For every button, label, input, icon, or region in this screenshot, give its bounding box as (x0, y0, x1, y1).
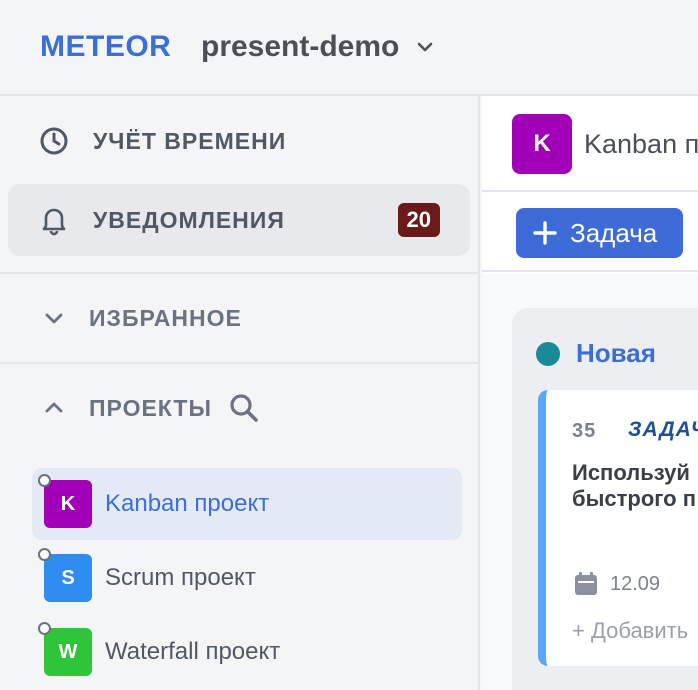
project-name: Scrum проект (105, 564, 256, 591)
toolbar: Задача (482, 194, 698, 272)
task-title: Используй быстрого п (572, 460, 696, 512)
status-dot (536, 341, 560, 366)
sidebar-item-notifications[interactable]: УВЕДОМЛЕНИЯ 20 (8, 184, 470, 256)
project-header: K Kanban проект (482, 96, 698, 192)
clock-icon (40, 127, 68, 155)
chevron-down-icon (418, 42, 433, 52)
sidebar-project-scrum[interactable]: S Scrum проект (32, 542, 462, 614)
page-title: Kanban проект (584, 129, 698, 159)
project-avatar: K (44, 480, 92, 528)
plus-icon (533, 221, 557, 245)
projects-label: ПРОЕКТЫ (89, 394, 212, 421)
calendar-icon (575, 572, 597, 595)
project-avatar: K (512, 114, 572, 174)
kanban-column: Новая 35 ЗАДАЧА Используй быстрого п 12.… (512, 308, 698, 690)
bell-icon (42, 208, 66, 236)
project-name: Waterfall проект (105, 638, 281, 665)
project-name: Kanban проект (105, 490, 270, 517)
task-card[interactable]: 35 ЗАДАЧА Используй быстрого п 12.09 + Д… (538, 390, 698, 666)
chevron-up-icon (45, 402, 63, 413)
notifications-count-badge: 20 (397, 203, 440, 237)
project-avatar: W (44, 628, 92, 676)
task-number: 35 (572, 420, 597, 442)
due-date-text: 12.09 (610, 572, 661, 595)
divider (0, 272, 480, 274)
sidebar-item-time-tracking[interactable]: УЧЁТ ВРЕМЕНИ (8, 105, 470, 177)
brand-logo[interactable]: METEOR (40, 30, 171, 64)
sidebar-item-label: УВЕДОМЛЕНИЯ (93, 206, 285, 233)
column-header: Новая (536, 338, 656, 369)
workspace-name: present-demo (201, 30, 400, 63)
favorites-section-header[interactable]: ИЗБРАННОЕ (0, 288, 480, 348)
workspace-selector[interactable]: present-demo (201, 30, 435, 64)
add-to-card-link[interactable]: + Добавить (572, 618, 688, 644)
search-icon[interactable] (228, 392, 260, 424)
status-dot (38, 622, 51, 635)
task-due-date: 12.09 (572, 570, 660, 598)
sidebar-project-kanban[interactable]: K Kanban проект (32, 468, 462, 540)
sidebar-project-waterfall[interactable]: W Waterfall проект (32, 616, 462, 688)
add-task-label: Задача (570, 217, 658, 248)
project-avatar: S (44, 554, 92, 602)
main-panel: K Kanban проект Задача Новая 35 ЗАДАЧА И… (482, 96, 698, 690)
sidebar: УЧЁТ ВРЕМЕНИ УВЕДОМЛЕНИЯ 20 ИЗБРАННОЕ ПР… (0, 96, 480, 690)
sidebar-item-label: УЧЁТ ВРЕМЕНИ (93, 127, 287, 154)
kanban-board: Новая 35 ЗАДАЧА Используй быстрого п 12.… (482, 274, 698, 690)
top-bar: METEOR present-demo (0, 0, 698, 96)
favorites-label: ИЗБРАННОЕ (89, 304, 242, 331)
task-type: ЗАДАЧА (628, 418, 698, 441)
divider (0, 362, 480, 364)
chevron-down-icon (45, 313, 63, 324)
status-dot (38, 474, 51, 487)
projects-section-header[interactable]: ПРОЕКТЫ (0, 378, 480, 438)
column-title: Новая (576, 338, 656, 368)
add-task-button[interactable]: Задача (516, 208, 683, 258)
status-dot (38, 548, 51, 561)
